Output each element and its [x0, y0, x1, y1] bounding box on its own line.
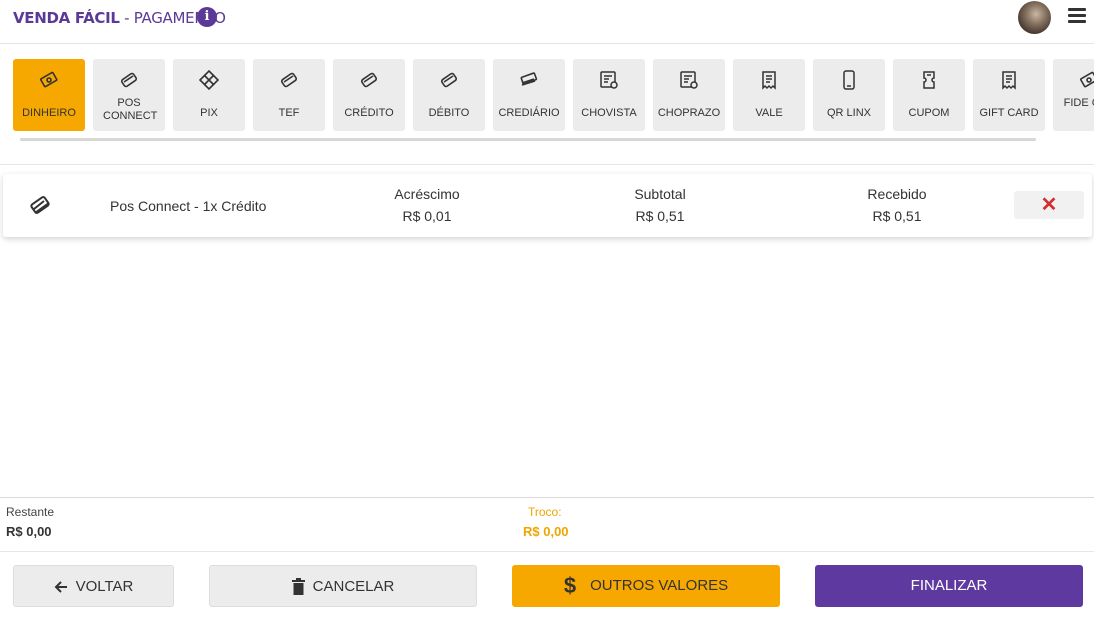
payment-method-pix[interactable]: PIX [173, 59, 245, 131]
card-icon [119, 70, 139, 90]
payment-method-vale[interactable]: VALE [733, 59, 805, 131]
close-icon: ✕ [1040, 194, 1058, 216]
avatar[interactable] [1018, 1, 1051, 34]
payment-method-cr-dito[interactable]: CRÉDITO [333, 59, 405, 131]
payment-method-pos-connect[interactable]: POS CONNECT [93, 59, 165, 131]
coupon-icon [919, 70, 939, 90]
divider [0, 164, 1094, 165]
divider [0, 497, 1094, 498]
subtotal-column: Subtotal R$ 0,51 [590, 186, 730, 224]
receipt-icon [999, 70, 1019, 90]
acrescimo-value: R$ 0,01 [402, 208, 452, 224]
hamburger-menu-icon[interactable] [1068, 8, 1086, 24]
payment-method-label: CREDIÁRIO [498, 107, 560, 119]
payment-methods-strip: DINHEIRO POS CONNECT PIX TEF CRÉDITO DÉBITO CR… [13, 59, 1094, 133]
restante-label: Restante [6, 505, 55, 519]
header: VENDA FÁCIL - PAGAMENTO i [0, 0, 1094, 44]
card-icon [359, 70, 379, 90]
payment-method-label: PIX [200, 107, 218, 119]
troco-value: R$ 0,00 [523, 524, 569, 539]
payment-entry: Pos Connect - 1x Crédito Acréscimo R$ 0,… [3, 174, 1092, 237]
other-values-button[interactable]: $ OUTROS VALORES [512, 565, 780, 607]
cash-icon [39, 70, 59, 90]
dollar-icon: $ [563, 573, 577, 598]
title-separator: - [119, 9, 134, 27]
payment-method-label: DÉBITO [428, 107, 470, 119]
subtotal-label: Subtotal [634, 186, 686, 202]
info-icon[interactable]: i [197, 7, 217, 27]
payment-method-label: DINHEIRO [22, 107, 76, 119]
recebido-value: R$ 0,51 [872, 208, 922, 224]
app-name: VENDA FÁCIL [13, 9, 120, 27]
phone-icon [839, 70, 859, 90]
card-icon [439, 70, 459, 90]
payment-method-chovista[interactable]: CHOVISTA [573, 59, 645, 131]
payment-method-d-bito[interactable]: DÉBITO [413, 59, 485, 131]
back-button-label: VOLTAR [75, 578, 134, 595]
payment-method-label: TEF [278, 107, 300, 119]
payment-method-label: CUPOM [908, 107, 950, 119]
payment-method-label: CHOVISTA [581, 107, 637, 119]
card-icon [30, 196, 50, 214]
finalize-button-label: FINALIZAR [910, 577, 988, 594]
receipt-icon [759, 70, 779, 90]
payment-method-gift-card[interactable]: GIFT CARD [973, 59, 1045, 131]
acrescimo-label: Acréscimo [394, 186, 460, 202]
recebido-column: Recebido R$ 0,51 [827, 186, 967, 224]
troco-label: Troco: [528, 505, 562, 519]
pix-icon [198, 69, 220, 91]
check-doc-icon [679, 70, 699, 90]
payment-method-tef[interactable]: TEF [253, 59, 325, 131]
restante-value: R$ 0,00 [6, 524, 52, 539]
acrescimo-column: Acréscimo R$ 0,01 [357, 186, 497, 224]
payment-method-dinheiro[interactable]: DINHEIRO [13, 59, 85, 131]
arrow-left-icon [54, 581, 67, 593]
payment-method-qr-linx[interactable]: QR LINX [813, 59, 885, 131]
payment-method-credi-rio[interactable]: CREDIÁRIO [493, 59, 565, 131]
payment-method-label: CRÉDITO [344, 107, 394, 119]
payment-method-choprazo[interactable]: CHOPRAZO [653, 59, 725, 131]
cards-stack-icon [519, 70, 539, 90]
card-icon [279, 70, 299, 90]
finalize-button[interactable]: FINALIZAR [815, 565, 1083, 607]
cancel-button[interactable]: CANCELAR [209, 565, 477, 607]
recebido-label: Recebido [867, 186, 927, 202]
payment-method-fide-cas[interactable]: FIDE CAS [1053, 59, 1094, 131]
payment-method-cupom[interactable]: CUPOM [893, 59, 965, 131]
payment-method-label: VALE [755, 107, 783, 119]
other-values-button-label: OUTROS VALORES [590, 577, 729, 594]
back-button[interactable]: VOLTAR [13, 565, 174, 607]
payment-method-label: QR LINX [826, 107, 871, 119]
cancel-button-label: CANCELAR [312, 578, 395, 595]
payment-method-label: POS CONNECT [103, 97, 158, 122]
subtotal-value: R$ 0,51 [635, 208, 685, 224]
methods-scrollbar[interactable] [20, 138, 1036, 141]
check-doc-icon [599, 70, 619, 90]
trash-icon [291, 578, 305, 595]
remove-payment-button[interactable]: ✕ [1014, 191, 1084, 219]
payment-method-label: CHOPRAZO [657, 107, 721, 119]
divider [0, 551, 1094, 552]
payment-description: Pos Connect - 1x Crédito [110, 198, 267, 214]
payment-method-label: GIFT CARD [979, 107, 1039, 119]
payment-method-label: FIDE CAS [1063, 97, 1094, 109]
cash-icon [1079, 70, 1094, 90]
page-title: VENDA FÁCIL - PAGAMENTO [13, 9, 226, 27]
